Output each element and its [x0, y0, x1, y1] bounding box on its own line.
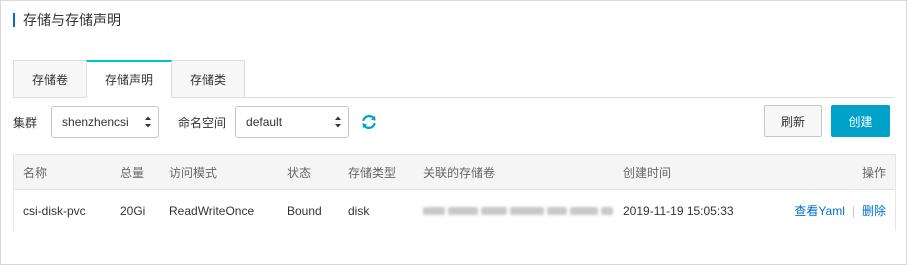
title-accent-bar	[13, 13, 15, 27]
cell-storage-type: disk	[348, 203, 370, 218]
col-access-mode: 访问模式	[169, 166, 218, 180]
cluster-select[interactable]: shenzhencsi	[51, 106, 160, 138]
pvc-table: 名称 总量 访问模式 状态 存储类型 关联的存储卷 创建时间 操作 csi-di…	[13, 154, 896, 231]
select-arrows-icon	[335, 116, 342, 128]
page-frame: 存储与存储声明 存储卷 存储声明 存储类 集群 shenzhencsi 命名空间…	[0, 0, 907, 265]
tab-volumes[interactable]: 存储卷	[13, 60, 88, 98]
col-volume: 关联的存储卷	[423, 166, 496, 180]
namespace-select-value: default	[246, 115, 283, 129]
page-title-text: 存储与存储声明	[23, 12, 121, 28]
cell-capacity: 20Gi	[120, 203, 146, 218]
col-status: 状态	[287, 166, 312, 180]
cell-actions: 查看Yaml | 删除	[794, 190, 886, 231]
cell-name: csi-disk-pvc	[23, 203, 86, 218]
cell-volume-redacted	[423, 190, 616, 231]
page-title: 存储与存储声明	[13, 11, 121, 29]
cluster-select-value: shenzhencsi	[62, 115, 129, 129]
cluster-label: 集群	[13, 115, 38, 130]
select-arrows-icon	[145, 116, 152, 128]
namespace-label: 命名空间	[178, 115, 227, 130]
col-name: 名称	[23, 166, 48, 180]
col-actions: 操作	[861, 166, 886, 180]
delete-link[interactable]: 删除	[862, 202, 886, 219]
table-header: 名称 总量 访问模式 状态 存储类型 关联的存储卷 创建时间 操作	[14, 155, 895, 190]
view-yaml-link[interactable]: 查看Yaml	[794, 202, 844, 219]
col-created: 创建时间	[623, 166, 672, 180]
action-separator: |	[851, 203, 855, 218]
tab-bar: 存储卷 存储声明 存储类	[13, 60, 246, 98]
cell-access-mode: ReadWriteOnce	[169, 203, 255, 218]
col-capacity: 总量	[120, 166, 145, 180]
cell-status: Bound	[287, 203, 322, 218]
refresh-button[interactable]: 刷新	[764, 105, 822, 137]
col-storage-type: 存储类型	[348, 166, 397, 180]
filter-bar: 集群 shenzhencsi 命名空间 default	[13, 106, 378, 138]
cell-created: 2019-11-19 15:05:33	[623, 203, 734, 218]
table-row: csi-disk-pvc 20Gi ReadWriteOnce Bound di…	[14, 190, 895, 231]
refresh-icon[interactable]	[360, 113, 378, 131]
tab-claims[interactable]: 存储声明	[86, 60, 173, 98]
tab-storage-classes[interactable]: 存储类	[171, 60, 246, 98]
namespace-select[interactable]: default	[235, 106, 350, 138]
create-button[interactable]: 创建	[831, 105, 890, 137]
